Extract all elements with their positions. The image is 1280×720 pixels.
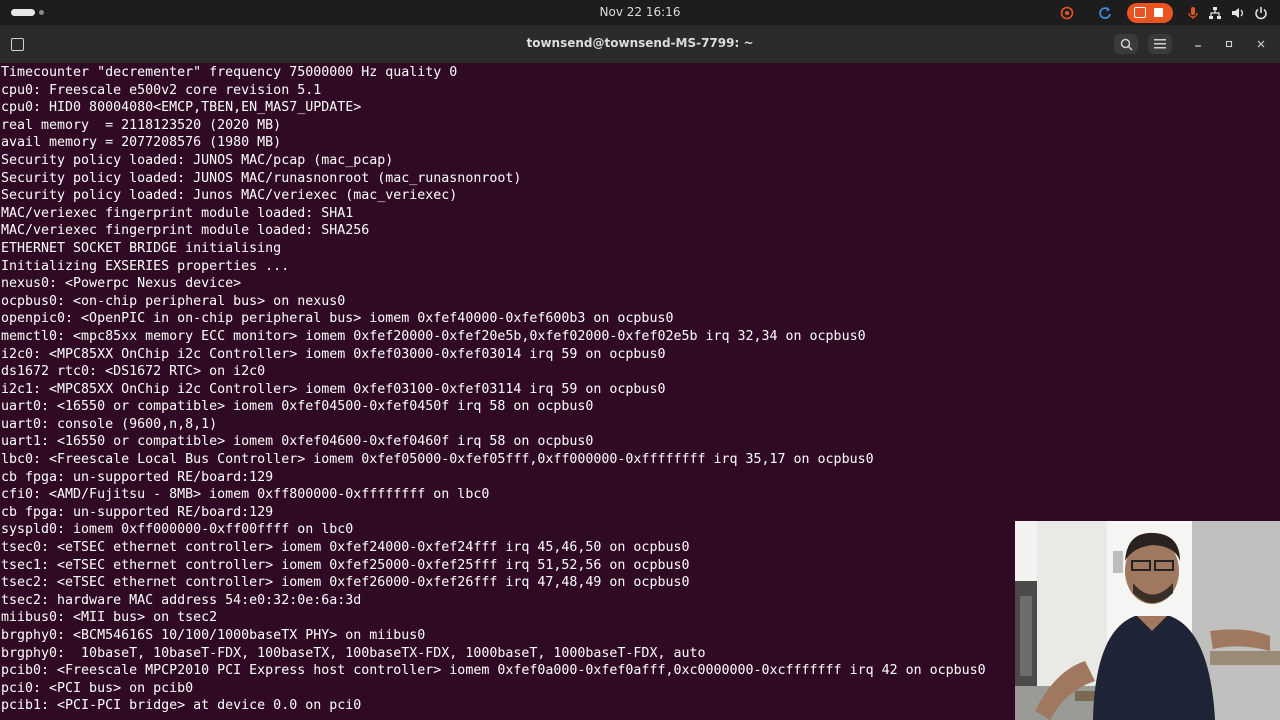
- terminal-line: memctl0: <mpc85xx memory ECC monitor> io…: [1, 328, 866, 344]
- close-button[interactable]: [1250, 34, 1272, 54]
- terminal-line: Security policy loaded: JUNOS MAC/pcap (…: [1, 152, 394, 168]
- terminal-lines: Timecounter "decrementer" frequency 7500…: [1, 64, 986, 715]
- terminal-line: ocpbus0: <on-chip peripheral bus> on nex…: [1, 293, 346, 309]
- terminal-line: ds1672 rtc0: <DS1672 RTC> on i2c0: [1, 364, 266, 380]
- maximize-icon: [1225, 40, 1233, 48]
- system-top-bar: Nov 22 16:16: [0, 0, 1280, 25]
- terminal-line: tsec2: <eTSEC ethernet controller> iomem…: [1, 575, 690, 591]
- terminal-line: lbc0: <Freescale Local Bus Controller> i…: [1, 452, 874, 468]
- terminal-line: avail memory = 2077208576 (1980 MB): [1, 135, 282, 151]
- minimize-button[interactable]: [1187, 34, 1209, 54]
- terminal-line: ETHERNET SOCKET BRIDGE initialising: [1, 240, 282, 256]
- window-title: townsend@townsend-MS-7799: ~: [526, 36, 754, 50]
- terminal-line: Initializing EXSERIES properties ...: [1, 258, 290, 274]
- refresh-icon[interactable]: [1097, 5, 1113, 21]
- search-button[interactable]: [1114, 34, 1138, 54]
- terminal-line: brgphy0: 10baseT, 10baseT-FDX, 100baseTX…: [1, 645, 706, 661]
- terminal-line: uart1: <16550 or compatible> iomem 0xfef…: [1, 434, 594, 450]
- menu-button[interactable]: [1148, 34, 1172, 54]
- stop-recording-icon[interactable]: [1127, 3, 1173, 23]
- terminal-line: Security policy loaded: JUNOS MAC/runasn…: [1, 170, 522, 186]
- terminal-line: tsec2: hardware MAC address 54:e0:32:0e:…: [1, 592, 362, 608]
- terminal-line: MAC/veriexec fingerprint module loaded: …: [1, 205, 354, 221]
- terminal-line: openpic0: <OpenPIC in on-chip peripheral…: [1, 311, 674, 327]
- terminal-line: cpu0: Freescale e500v2 core revision 5.1: [1, 82, 322, 98]
- terminal-line: cpu0: HID0 80004080<EMCP,TBEN,EN_MAS7_UP…: [1, 100, 362, 116]
- terminal-line: i2c1: <MPC85XX OnChip i2c Controller> io…: [1, 381, 666, 397]
- hamburger-icon: [1154, 39, 1166, 49]
- terminal-line: miibus0: <MII bus> on tsec2: [1, 610, 218, 626]
- terminal-line: pci0: <PCI bus> on pcib0: [1, 680, 194, 696]
- terminal-line: cb fpga: un-supported RE/board:129: [1, 504, 274, 520]
- volume-icon[interactable]: [1230, 5, 1246, 21]
- webcam-overlay: [1015, 521, 1280, 720]
- close-icon: [1257, 40, 1265, 48]
- terminal-header-bar: townsend@townsend-MS-7799: ~: [0, 25, 1280, 63]
- network-icon[interactable]: [1207, 5, 1223, 21]
- terminal-line: uart0: console (9600,n,8,1): [1, 416, 218, 432]
- terminal-line: tsec1: <eTSEC ethernet controller> iomem…: [1, 557, 690, 573]
- terminal-line: i2c0: <MPC85XX OnChip i2c Controller> io…: [1, 346, 666, 362]
- terminal-line: syspld0: iomem 0xff000000-0xff00ffff on …: [1, 522, 354, 538]
- maximize-button[interactable]: [1218, 34, 1240, 54]
- terminal-line: uart0: <16550 or compatible> iomem 0xfef…: [1, 399, 594, 415]
- screen-record-icon[interactable]: [1059, 5, 1075, 21]
- microphone-icon[interactable]: [1185, 5, 1201, 21]
- terminal-line: cb fpga: un-supported RE/board:129: [1, 469, 274, 485]
- terminal-line: nexus0: <Powerpc Nexus device>: [1, 276, 242, 292]
- power-icon[interactable]: [1253, 5, 1269, 21]
- terminal-line: pcib1: <PCI-PCI bridge> at device 0.0 on…: [1, 698, 362, 714]
- terminal-line: real memory = 2118123520 (2020 MB): [1, 117, 282, 133]
- webcam-video: [1015, 521, 1280, 720]
- terminal-line: cfi0: <AMD/Fujitsu - 8MB> iomem 0xff8000…: [1, 487, 490, 503]
- terminal-line: pcib0: <Freescale MPCP2010 PCI Express h…: [1, 663, 986, 679]
- terminal-line: Timecounter "decrementer" frequency 7500…: [1, 65, 458, 80]
- terminal-line: brgphy0: <BCM54616S 10/100/1000baseTX PH…: [1, 628, 426, 643]
- clock[interactable]: Nov 22 16:16: [0, 5, 1280, 19]
- terminal-line: tsec0: <eTSEC ethernet controller> iomem…: [1, 540, 690, 556]
- terminal-line: MAC/veriexec fingerprint module loaded: …: [1, 223, 370, 239]
- search-icon: [1120, 38, 1133, 51]
- terminal-line: Security policy loaded: Junos MAC/veriex…: [1, 188, 458, 204]
- minimize-icon: [1195, 45, 1201, 47]
